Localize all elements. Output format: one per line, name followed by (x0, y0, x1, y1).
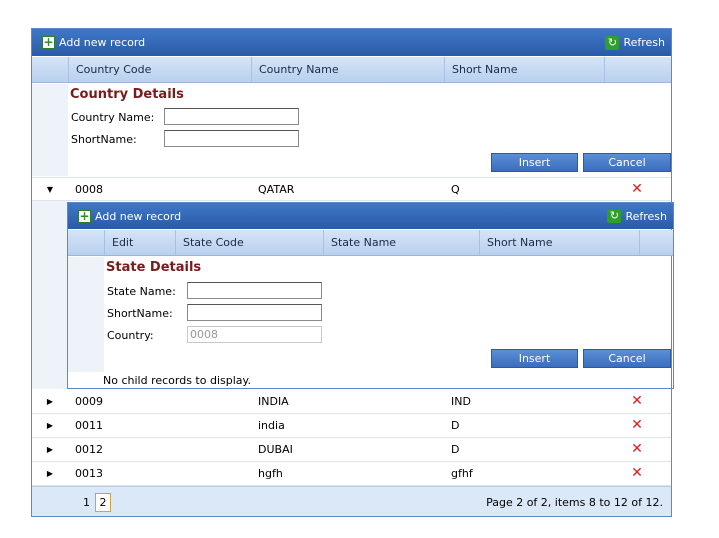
country-code-cell: 0011 (75, 419, 103, 432)
pager: 1 2 Page 2 of 2, items 8 to 12 of 12. (32, 486, 671, 516)
delete-icon[interactable]: ✕ (630, 182, 644, 196)
child-insert-button[interactable]: Insert (491, 349, 578, 368)
table-row[interactable]: ▼ 0008 QATAR Q ✕ (32, 177, 671, 201)
column-header-country-name[interactable]: Country Name (251, 57, 444, 82)
short-name-cell: Q (451, 183, 460, 196)
form-indent (32, 84, 68, 176)
country-name-label: Country Name: (71, 111, 155, 124)
child-grid-header: Edit State Code State Name Short Name (68, 230, 673, 256)
table-row[interactable]: ▶ 0012 DUBAI D ✕ (32, 438, 671, 462)
country-code-cell: 0013 (75, 467, 103, 480)
refresh-icon: ↻ (605, 35, 620, 50)
column-header-short-name[interactable]: Short Name (444, 57, 604, 82)
column-header-label: Short Name (487, 236, 553, 249)
short-name-input[interactable] (164, 130, 299, 147)
child-empty-row: No child records to display. (69, 372, 673, 389)
delete-icon[interactable]: ✕ (630, 442, 644, 456)
state-details-title: State Details (106, 260, 202, 275)
expand-arrow-icon[interactable]: ▶ (32, 438, 68, 461)
column-header-actions (604, 57, 671, 82)
country-name-input[interactable] (164, 108, 299, 125)
child-indent (32, 201, 68, 389)
country-input: 0008 (187, 326, 322, 343)
insert-button[interactable]: Insert (491, 153, 578, 172)
column-header-label: State Code (183, 236, 244, 249)
child-cancel-button[interactable]: Cancel (583, 349, 671, 368)
column-header-label: Country Code (76, 63, 152, 76)
page-link-2-current[interactable]: 2 (95, 493, 111, 512)
short-name-cell: D (451, 419, 460, 432)
country-code-cell: 0012 (75, 443, 103, 456)
expand-arrow-icon[interactable]: ▶ (32, 414, 68, 437)
plus-icon: + (42, 35, 55, 49)
grid-command-bar: + Add new record ↻ Refresh (32, 29, 671, 56)
child-form-indent (68, 257, 104, 372)
state-short-name-label: ShortName: (107, 307, 173, 320)
short-name-cell: gfhf (451, 467, 473, 480)
country-details-title: Country Details (70, 87, 184, 102)
child-expand-header (68, 230, 104, 255)
column-header-label: Country Name (259, 63, 339, 76)
column-header-child-actions (639, 230, 673, 255)
column-header-country-code[interactable]: Country Code (68, 57, 251, 82)
child-refresh-label: Refresh (625, 209, 667, 223)
country-label: Country: (107, 329, 154, 342)
table-row[interactable]: ▶ 0013 hgfh gfhf ✕ (32, 462, 671, 486)
column-header-state-code[interactable]: State Code (175, 230, 323, 255)
short-name-label: ShortName: (71, 133, 137, 146)
state-name-label: State Name: (107, 285, 176, 298)
country-name-cell: INDIA (258, 395, 289, 408)
delete-icon[interactable]: ✕ (630, 418, 644, 432)
column-header-state-name[interactable]: State Name (323, 230, 479, 255)
delete-icon[interactable]: ✕ (630, 394, 644, 408)
column-header-label: State Name (331, 236, 397, 249)
table-row[interactable]: ▶ 0009 INDIA IND ✕ (32, 390, 671, 414)
table-row[interactable]: ▶ 0011 india D ✕ (32, 414, 671, 438)
refresh-label: Refresh (623, 36, 665, 49)
refresh-icon: ↻ (607, 209, 622, 223)
child-refresh-button[interactable]: ↻ Refresh (607, 203, 667, 229)
expand-arrow-icon[interactable]: ▶ (32, 390, 68, 413)
column-header-label: Edit (112, 236, 134, 249)
state-short-name-input[interactable] (187, 304, 322, 321)
country-name-cell: DUBAI (258, 443, 293, 456)
expand-arrow-icon[interactable]: ▶ (32, 462, 68, 485)
state-name-input[interactable] (187, 282, 322, 299)
column-header-child-short-name[interactable]: Short Name (479, 230, 639, 255)
child-add-label: Add new record (95, 209, 182, 223)
short-name-cell: IND (451, 395, 471, 408)
grid-header: Country Code Country Name Short Name (32, 57, 671, 83)
country-name-cell: QATAR (258, 183, 295, 196)
empty-message: No child records to display. (103, 374, 251, 387)
cancel-button[interactable]: Cancel (583, 153, 671, 172)
short-name-cell: D (451, 443, 460, 456)
expand-column-header (32, 57, 68, 82)
page-link-1[interactable]: 1 (83, 496, 90, 509)
country-code-cell: 0009 (75, 395, 103, 408)
collapse-arrow-icon[interactable]: ▼ (32, 178, 68, 201)
pager-info: Page 2 of 2, items 8 to 12 of 12. (486, 496, 663, 509)
delete-icon[interactable]: ✕ (630, 466, 644, 480)
column-header-label: Short Name (452, 63, 518, 76)
country-name-cell: hgfh (258, 467, 283, 480)
column-header-edit[interactable]: Edit (104, 230, 175, 255)
country-name-cell: india (258, 419, 285, 432)
child-command-bar: + Add new record ↻ Refresh (68, 203, 673, 229)
country-code-cell: 0008 (75, 183, 103, 196)
child-add-new-record-button[interactable]: + Add new record (78, 203, 181, 229)
refresh-button[interactable]: ↻ Refresh (605, 29, 665, 56)
add-new-record-label: Add new record (59, 36, 146, 49)
plus-icon: + (78, 208, 91, 223)
add-new-record-button[interactable]: + Add new record (42, 29, 145, 56)
